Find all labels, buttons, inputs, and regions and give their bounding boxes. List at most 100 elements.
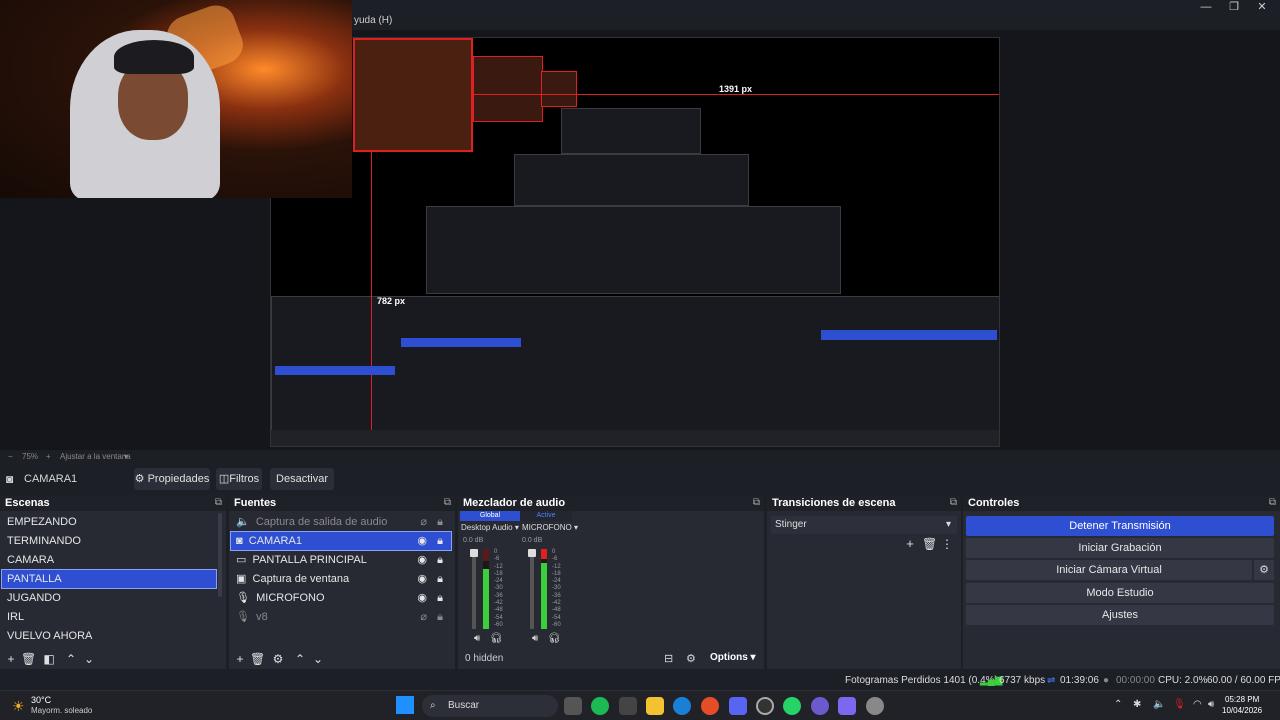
mic-icon[interactable]: 🎙︎: [1173, 699, 1186, 710]
preview-canvas[interactable]: 1391 px 782 px: [270, 37, 1000, 447]
eye-icon[interactable]: ◉: [417, 532, 427, 550]
add-icon[interactable]: +: [233, 652, 247, 666]
source-item[interactable]: 🔈 Captura de salida de audio ⌀ 🔒︎: [231, 513, 451, 531]
scene-item[interactable]: VUELVO AHORA: [2, 627, 216, 645]
add-icon[interactable]: +: [903, 537, 917, 551]
source-item[interactable]: 🎙︎ MICROFONO ◉ 🔒︎: [231, 589, 451, 607]
wifi-icon[interactable]: ◠: [1193, 699, 1202, 710]
spotify-icon[interactable]: [591, 697, 609, 715]
stop-stream-button[interactable]: Detener Transmisión: [966, 516, 1274, 536]
start-recording-button[interactable]: Iniciar Grabación: [966, 538, 1274, 558]
trash-icon[interactable]: 🗑: [21, 652, 36, 666]
trash-icon[interactable]: 🗑: [922, 537, 937, 551]
source-item[interactable]: ▣ Captura de ventana ◉ 🔒︎: [231, 570, 451, 588]
chevron-up-icon[interactable]: ⌃: [1114, 699, 1122, 710]
lock-icon[interactable]: 🔒︎: [437, 608, 443, 626]
lock-icon[interactable]: 🔒︎: [437, 589, 443, 607]
add-icon[interactable]: +: [4, 652, 18, 666]
properties-button[interactable]: ⚙ Propiedades: [134, 468, 210, 490]
clock-date[interactable]: 10/04/2026: [1222, 706, 1262, 715]
level-meter: [483, 549, 489, 629]
scene-item-selected[interactable]: PANTALLA: [1, 569, 217, 589]
camera-icon: ◙: [236, 535, 243, 547]
volume-icon[interactable]: 🔊︎: [1208, 699, 1214, 710]
gear-icon[interactable]: ⚙: [271, 652, 285, 666]
scrollbar[interactable]: [218, 513, 222, 597]
task-view-icon[interactable]: [564, 697, 582, 715]
eye-icon[interactable]: ◉: [417, 589, 427, 607]
minimize-icon[interactable]: —: [1192, 0, 1220, 14]
speaker-icon[interactable]: 🔊︎: [474, 633, 480, 644]
scene-item[interactable]: JUGANDO: [2, 589, 216, 607]
studio-mode-button[interactable]: Modo Estudio: [966, 583, 1274, 603]
gear-icon[interactable]: ⚙: [686, 652, 696, 665]
options-button[interactable]: Options ▾: [710, 652, 756, 663]
move-down-icon[interactable]: ⌄: [311, 652, 325, 666]
move-down-icon[interactable]: ⌄: [82, 652, 96, 666]
eye-icon[interactable]: ◉: [417, 570, 427, 588]
settings-button[interactable]: Ajustes: [966, 605, 1274, 625]
filter-icon[interactable]: ◧: [42, 652, 56, 666]
deactivate-button[interactable]: Desactivar: [270, 468, 334, 490]
channel-name[interactable]: Desktop Audio ▾: [461, 523, 519, 532]
edge-icon[interactable]: [673, 697, 691, 715]
volume-knob[interactable]: [470, 549, 478, 557]
tray-icon[interactable]: ✱: [1133, 699, 1141, 710]
volume-slider[interactable]: [530, 549, 534, 629]
source-item-selected[interactable]: ◙ CAMARA1 ◉ 🔒︎: [230, 531, 452, 551]
scene-item[interactable]: IRL: [2, 608, 216, 626]
filters-button[interactable]: ◫Filtros: [216, 468, 262, 490]
lock-icon[interactable]: 🔒︎: [437, 532, 443, 550]
source-label: Captura de ventana: [252, 573, 350, 585]
selected-camera-bounds[interactable]: [353, 38, 473, 152]
obs-icon[interactable]: [756, 697, 774, 715]
transition-select[interactable]: Stinger ▾: [771, 516, 957, 534]
app-icon[interactable]: [811, 697, 829, 715]
windows-start-icon[interactable]: [396, 696, 414, 714]
move-up-icon[interactable]: ⌃: [293, 652, 307, 666]
chevron-down-icon[interactable]: ▾: [124, 452, 128, 461]
search-box[interactable]: ⌕ Buscar: [422, 695, 558, 717]
headphones-icon[interactable]: 🎧︎: [490, 633, 503, 644]
gear-icon[interactable]: ⚙: [1254, 560, 1274, 580]
eye-hidden-icon[interactable]: ⌀: [420, 513, 427, 531]
lock-icon[interactable]: 🔒︎: [437, 513, 443, 531]
close-icon[interactable]: ✕: [1248, 0, 1276, 14]
tab-active[interactable]: Active: [520, 511, 572, 521]
source-item[interactable]: ▭ PANTALLA PRINCIPAL ◉ 🔒︎: [231, 551, 451, 569]
layout-icon[interactable]: ⊟: [664, 652, 673, 665]
eye-icon[interactable]: ◉: [417, 551, 427, 569]
lock-icon[interactable]: 🔒︎: [437, 570, 443, 588]
whatsapp-icon[interactable]: [783, 697, 801, 715]
settings-app-icon[interactable]: [866, 697, 884, 715]
horizontal-measure: 1391 px: [719, 84, 753, 94]
chrome-icon[interactable]: [701, 697, 719, 715]
eye-hidden-icon[interactable]: ⌀: [420, 608, 427, 626]
menu-fragment[interactable]: yuda (H): [354, 15, 392, 26]
store-icon[interactable]: [619, 697, 637, 715]
source-item[interactable]: 🎙︎ v8 ⌀ 🔒︎: [231, 608, 451, 626]
maximize-icon[interactable]: ❐: [1220, 0, 1248, 14]
volume-knob[interactable]: [528, 549, 536, 557]
headphones-icon[interactable]: 🎧︎: [548, 633, 561, 644]
grid-app-icon[interactable]: [838, 697, 856, 715]
scene-item[interactable]: TERMINANDO: [2, 532, 216, 550]
scene-item[interactable]: EMPEZANDO: [2, 513, 216, 531]
zoom-in-icon[interactable]: +: [46, 452, 51, 461]
tab-global[interactable]: Global: [460, 511, 520, 521]
more-icon[interactable]: ⋮: [940, 537, 954, 551]
zoom-out-icon[interactable]: −: [8, 452, 13, 461]
fit-window-label[interactable]: Ajustar a la ventana: [60, 452, 131, 461]
move-up-icon[interactable]: ⌃: [64, 652, 78, 666]
discord-icon[interactable]: [729, 697, 747, 715]
volume-slider[interactable]: [472, 549, 476, 629]
clock-time[interactable]: 05:28 PM: [1225, 695, 1259, 704]
folder-icon[interactable]: [646, 697, 664, 715]
lock-icon[interactable]: 🔒︎: [437, 551, 443, 569]
speaker-icon[interactable]: 🔈: [1153, 699, 1165, 710]
scene-item[interactable]: CAMARA: [2, 551, 216, 569]
speaker-icon[interactable]: 🔊︎: [532, 633, 538, 644]
channel-name[interactable]: MICROFONO ▾: [522, 523, 578, 532]
trash-icon[interactable]: 🗑: [250, 652, 265, 666]
virtual-camera-button[interactable]: Iniciar Cámara Virtual: [966, 560, 1252, 580]
